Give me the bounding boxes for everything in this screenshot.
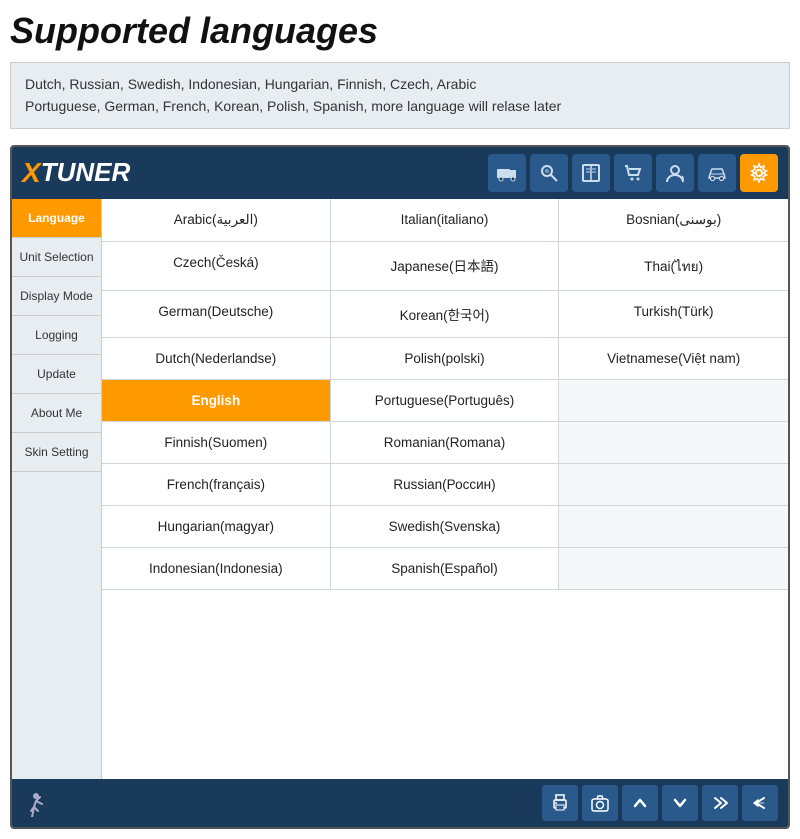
sidebar-item-about-me[interactable]: About Me: [12, 394, 101, 433]
language-cell[interactable]: Portuguese(Português): [331, 380, 560, 422]
language-cell: [559, 422, 788, 464]
language-cell[interactable]: Vietnamese(Việt nam): [559, 338, 788, 380]
sidebar-item-logging[interactable]: Logging: [12, 316, 101, 355]
down-icon[interactable]: [662, 785, 698, 821]
top-bar: X TUNER: [12, 147, 788, 199]
sidebar-item-unit-selection[interactable]: Unit Selection: [12, 238, 101, 277]
page-title: Supported languages: [10, 10, 790, 52]
search-icon[interactable]: [530, 154, 568, 192]
language-cell[interactable]: Arabic(العربية): [102, 199, 331, 242]
language-cell[interactable]: German(Deutsche): [102, 291, 331, 338]
language-cell[interactable]: Finnish(Suomen): [102, 422, 331, 464]
language-cell[interactable]: Polish(polski): [331, 338, 560, 380]
bottom-right-icons: [542, 785, 778, 821]
language-grid: Arabic(العربية)Italian(italiano)Bosnian(…: [102, 199, 788, 590]
sidebar: Language Unit Selection Display Mode Log…: [12, 199, 102, 779]
back-icon[interactable]: [742, 785, 778, 821]
language-cell[interactable]: Japanese(日本語): [331, 242, 560, 291]
language-cell[interactable]: Korean(한국어): [331, 291, 560, 338]
print-icon[interactable]: [542, 785, 578, 821]
app-logo: X TUNER: [22, 157, 130, 189]
logo-tuner: TUNER: [41, 157, 131, 188]
logo-x: X: [22, 157, 41, 189]
sidebar-item-update[interactable]: Update: [12, 355, 101, 394]
manual-icon[interactable]: [572, 154, 610, 192]
language-cell: [559, 548, 788, 590]
language-cell[interactable]: Hungarian(magyar): [102, 506, 331, 548]
truck-icon[interactable]: [488, 154, 526, 192]
sidebar-item-skin-setting[interactable]: Skin Setting: [12, 433, 101, 472]
language-cell[interactable]: Dutch(Nederlandse): [102, 338, 331, 380]
sidebar-item-display-mode[interactable]: Display Mode: [12, 277, 101, 316]
language-cell[interactable]: Thai(ไทย): [559, 242, 788, 291]
language-cell[interactable]: English: [102, 380, 331, 422]
language-cell[interactable]: Czech(Česká): [102, 242, 331, 291]
language-cell[interactable]: Russian(Россин): [331, 464, 560, 506]
car-icon[interactable]: [698, 154, 736, 192]
settings-icon[interactable]: [740, 154, 778, 192]
user-icon[interactable]: [656, 154, 694, 192]
language-cell: [559, 506, 788, 548]
sidebar-item-language[interactable]: Language: [12, 199, 101, 238]
language-cell[interactable]: Italian(italiano): [331, 199, 560, 242]
language-cell[interactable]: Romanian(Romana): [331, 422, 560, 464]
main-layout: Language Unit Selection Display Mode Log…: [12, 199, 788, 779]
up-icon[interactable]: [622, 785, 658, 821]
language-cell[interactable]: Bosnian(بوسنی): [559, 199, 788, 242]
content-area: Arabic(العربية)Italian(italiano)Bosnian(…: [102, 199, 788, 779]
language-cell[interactable]: Spanish(Español): [331, 548, 560, 590]
run-icon[interactable]: [22, 785, 58, 821]
top-icons: [488, 154, 778, 192]
language-cell: [559, 380, 788, 422]
language-cell[interactable]: Indonesian(Indonesia): [102, 548, 331, 590]
language-cell[interactable]: Swedish(Svenska): [331, 506, 560, 548]
app-container: X TUNER: [10, 145, 790, 829]
bottom-bar: [12, 779, 788, 827]
language-cell[interactable]: French(français): [102, 464, 331, 506]
forward-icon[interactable]: [702, 785, 738, 821]
language-cell[interactable]: Turkish(Türk): [559, 291, 788, 338]
camera-icon[interactable]: [582, 785, 618, 821]
cart-icon[interactable]: [614, 154, 652, 192]
language-cell: [559, 464, 788, 506]
language-description: Dutch, Russian, Swedish, Indonesian, Hun…: [10, 62, 790, 129]
